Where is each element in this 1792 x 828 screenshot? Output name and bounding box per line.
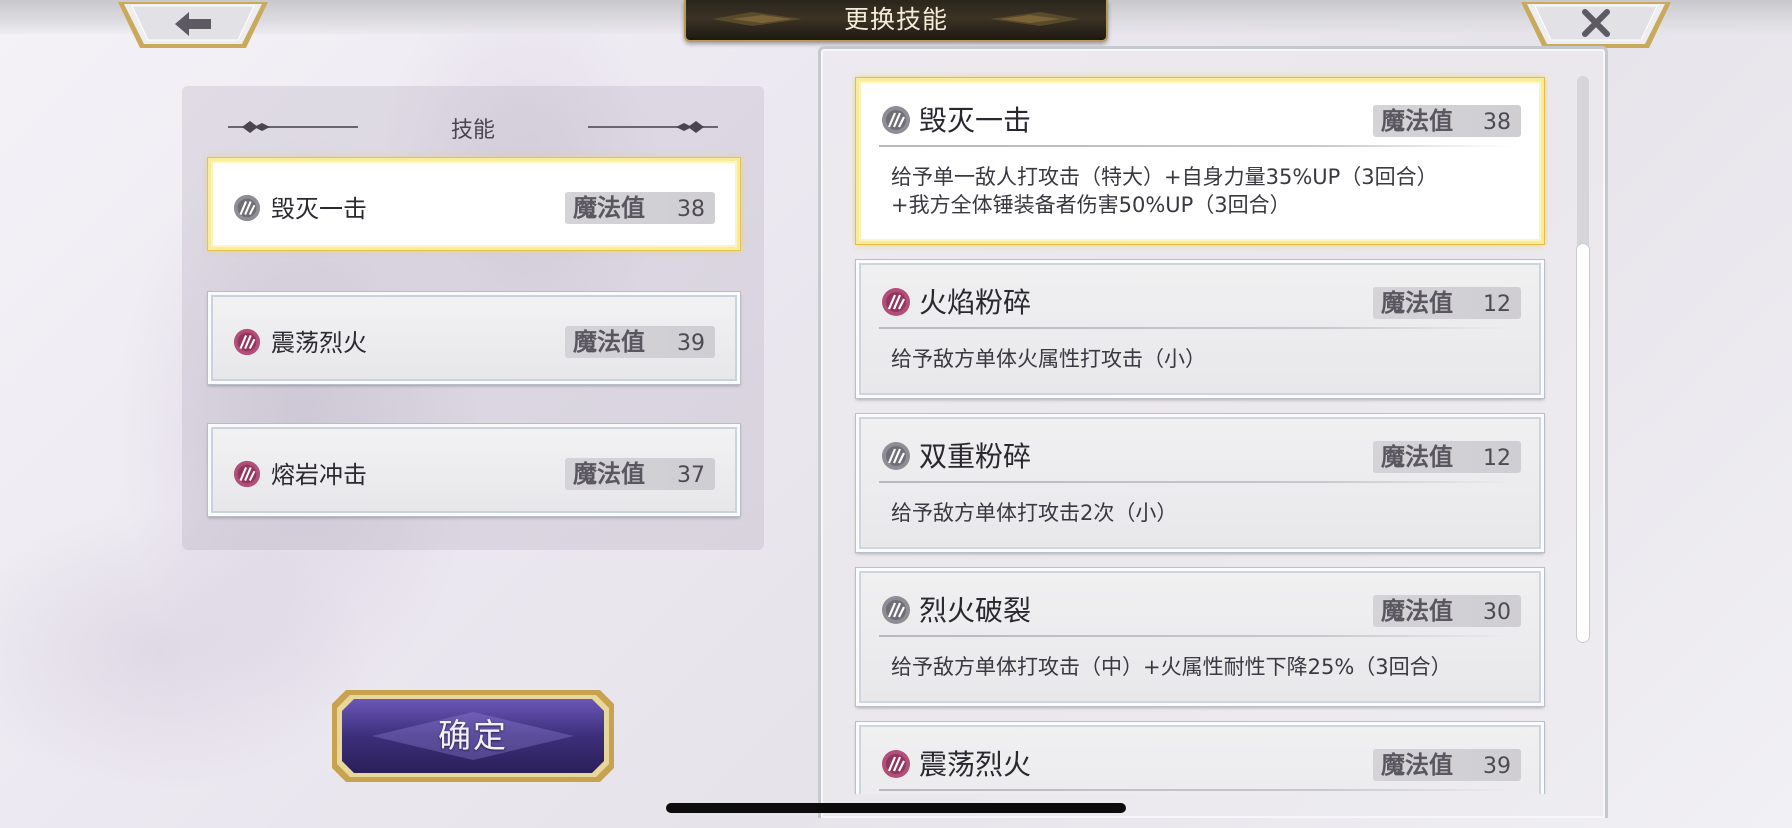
mp-label: 魔法值 <box>1381 751 1453 779</box>
mp-value: 12 <box>1483 292 1511 317</box>
skill-name: 双重粉碎 <box>919 440 1032 473</box>
skill-card[interactable]: 火焰粉碎 魔法值 12 给予敌方单体火属性打攻击（小） <box>855 259 1545 399</box>
skill-description: 给予敌方单体打攻击（中）+火属性耐性下降25%（3回合） <box>891 653 1521 681</box>
divider <box>879 635 1513 637</box>
skill-name: 毁灭一击 <box>919 104 1032 137</box>
fire-skill-icon <box>882 750 910 778</box>
mp-label: 魔法值 <box>573 328 645 356</box>
slot-skill-name: 震荡烈火 <box>271 329 367 357</box>
skill-description-line: 给予敌方单体打攻击（中）+火属性耐性下降25%（3回合） <box>891 655 1452 679</box>
fire-skill-icon <box>233 328 261 356</box>
mp-value: 39 <box>1483 754 1511 779</box>
fire-skill-icon <box>882 288 910 316</box>
slot-skill-name: 熔岩冲击 <box>271 461 367 489</box>
title-ornament-right <box>990 12 1080 26</box>
equipped-panel-header: 技能 <box>182 106 764 146</box>
home-indicator[interactable] <box>666 803 1126 813</box>
skill-description: 给予敌方单体打攻击2次（小） <box>891 499 1521 527</box>
close-button[interactable] <box>1521 0 1671 50</box>
slot-skill-name: 毁灭一击 <box>271 195 367 223</box>
skill-description-line: 给予敌方单体火属性打攻击（小） <box>891 347 1206 371</box>
mp-label: 魔法值 <box>573 460 645 488</box>
mp-value: 39 <box>677 331 705 356</box>
mp-value: 38 <box>677 197 705 222</box>
mp-value: 30 <box>1483 600 1511 625</box>
title-plate: 更换技能 <box>684 0 1108 42</box>
mp-cost-tag: 魔法值 38 <box>565 192 715 224</box>
mp-cost-tag: 魔法值 30 <box>1373 595 1521 627</box>
mp-label: 魔法值 <box>1381 443 1453 471</box>
skill-name: 火焰粉碎 <box>919 286 1032 319</box>
mp-label: 魔法值 <box>1381 107 1453 135</box>
ornament-right-icon <box>588 121 718 133</box>
skill-card[interactable]: 双重粉碎 魔法值 12 给予敌方单体打攻击2次（小） <box>855 413 1545 553</box>
mp-value: 12 <box>1483 446 1511 471</box>
equipped-slot-2[interactable]: 震荡烈火 魔法值 39 <box>207 291 741 385</box>
mp-cost-tag: 魔法值 12 <box>1373 287 1521 319</box>
confirm-button[interactable]: 确定 <box>332 690 614 782</box>
skill-description: 给予单一敌人打攻击（特大）+自身力量35%UP（3回合） +我方全体锤装备者伤害… <box>891 163 1521 219</box>
skill-card[interactable]: 烈火破裂 魔法值 30 给予敌方单体打攻击（中）+火属性耐性下降25%（3回合） <box>855 567 1545 707</box>
mp-label: 魔法值 <box>573 194 645 222</box>
hammer-skill-icon <box>882 596 910 624</box>
hammer-skill-icon <box>233 194 261 222</box>
scrollbar[interactable] <box>1577 76 1589 642</box>
divider <box>879 789 1513 791</box>
mp-cost-tag: 魔法值 39 <box>1373 749 1521 781</box>
equipped-skills-panel: 技能 毁灭一击 魔法值 38 震荡烈火 魔法值 39 熔岩冲击 魔法值 37 <box>182 86 764 550</box>
equipped-slot-1[interactable]: 毁灭一击 魔法值 38 <box>207 157 741 251</box>
skill-name: 烈火破裂 <box>919 594 1032 627</box>
fire-skill-icon <box>233 460 261 488</box>
hammer-skill-icon <box>882 442 910 470</box>
back-arrow-icon <box>175 12 211 36</box>
mp-label: 魔法值 <box>1381 289 1453 317</box>
hammer-skill-icon <box>882 106 910 134</box>
mp-value: 37 <box>677 463 705 488</box>
mp-cost-tag: 魔法值 39 <box>565 326 715 358</box>
mp-cost-tag: 魔法值 37 <box>565 458 715 490</box>
divider <box>879 327 1513 329</box>
skill-description-line: +我方全体锤装备者伤害50%UP（3回合） <box>891 193 1291 217</box>
mp-label: 魔法值 <box>1381 597 1453 625</box>
equipped-slot-3[interactable]: 熔岩冲击 魔法值 37 <box>207 423 741 517</box>
scrollbar-thumb[interactable] <box>1577 244 1589 642</box>
skill-card[interactable]: 毁灭一击 魔法值 38 给予单一敌人打攻击（特大）+自身力量35%UP（3回合）… <box>855 77 1545 245</box>
confirm-button-label: 确定 <box>438 716 508 755</box>
skill-name: 震荡烈火 <box>919 748 1032 781</box>
divider <box>879 481 1513 483</box>
skill-description-line: 给予敌方单体打攻击2次（小） <box>891 501 1178 525</box>
mp-cost-tag: 魔法值 38 <box>1373 105 1521 137</box>
divider <box>879 145 1513 147</box>
close-icon <box>1582 9 1610 37</box>
mp-cost-tag: 魔法值 12 <box>1373 441 1521 473</box>
mp-value: 38 <box>1483 110 1511 135</box>
skill-list[interactable]: 毁灭一击 魔法值 38 给予单一敌人打攻击（特大）+自身力量35%UP（3回合）… <box>852 72 1548 794</box>
skill-description-line: 给予单一敌人打攻击（特大）+自身力量35%UP（3回合） <box>891 165 1438 189</box>
back-button[interactable] <box>118 0 268 50</box>
skill-description: 给予敌方单体火属性打攻击（小） <box>891 345 1521 373</box>
skill-card[interactable]: 震荡烈火 魔法值 39 <box>855 721 1545 794</box>
